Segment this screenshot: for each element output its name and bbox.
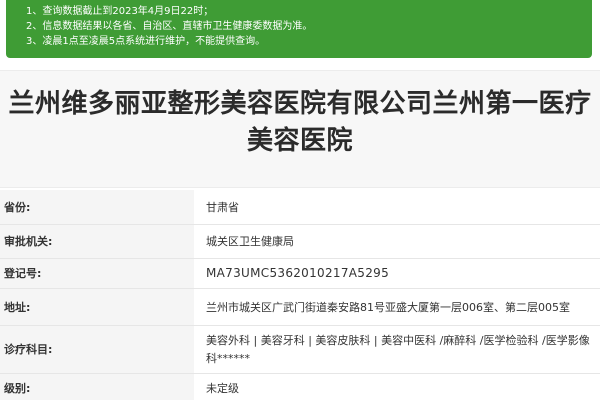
table-row: 级别: 未定级 <box>0 373 600 400</box>
address-value: 兰州市城关区广武门街道秦安路81号亚盛大厦第一层006室、第二层005室 <box>194 288 600 326</box>
registration-value: MA73UMC5362010217A5295 <box>194 258 600 289</box>
table-row: 诊疗科目: 美容外科 | 美容牙科 | 美容皮肤科 | 美容中医科 /麻醉科 /… <box>0 325 600 374</box>
province-label: 省份: <box>0 190 194 225</box>
notice-line: 1、查询数据截止到2023年4月9日22时； <box>26 6 214 17</box>
departments-label: 诊疗科目: <box>0 325 194 374</box>
notice-banner: 1、查询数据截止到2023年4月9日22时； 2、信息数据结果以各省、自治区、直… <box>6 0 592 58</box>
page-title: 兰州维多丽亚整形美容医院有限公司兰州第一医疗美容医院 <box>8 89 592 156</box>
notice-line: 2、信息数据结果以各省、自治区、直辖市卫生健康委数据为准。 <box>26 21 313 32</box>
notice-line: 3、凌晨1点至凌晨5点系统进行维护，不能提供查询。 <box>26 36 266 47</box>
table-row: 省份: 甘肃省 <box>0 190 600 225</box>
table-row: 登记号: MA73UMC5362010217A5295 <box>0 258 600 289</box>
departments-value: 美容外科 | 美容牙科 | 美容皮肤科 | 美容中医科 /麻醉科 /医学检验科 … <box>194 325 600 374</box>
address-label: 地址: <box>0 288 194 326</box>
level-value: 未定级 <box>194 373 600 400</box>
registration-label: 登记号: <box>0 258 194 289</box>
authority-label: 审批机关: <box>0 224 194 259</box>
table-row: 审批机关: 城关区卫生健康局 <box>0 224 600 259</box>
table-row: 地址: 兰州市城关区广武门街道秦安路81号亚盛大厦第一层006室、第二层005室 <box>0 288 600 326</box>
authority-value: 城关区卫生健康局 <box>194 224 600 259</box>
hospital-info-table: 省份: 甘肃省 审批机关: 城关区卫生健康局 登记号: MA73UMC53620… <box>0 190 600 400</box>
level-label: 级别: <box>0 373 194 400</box>
province-value: 甘肃省 <box>194 190 600 225</box>
